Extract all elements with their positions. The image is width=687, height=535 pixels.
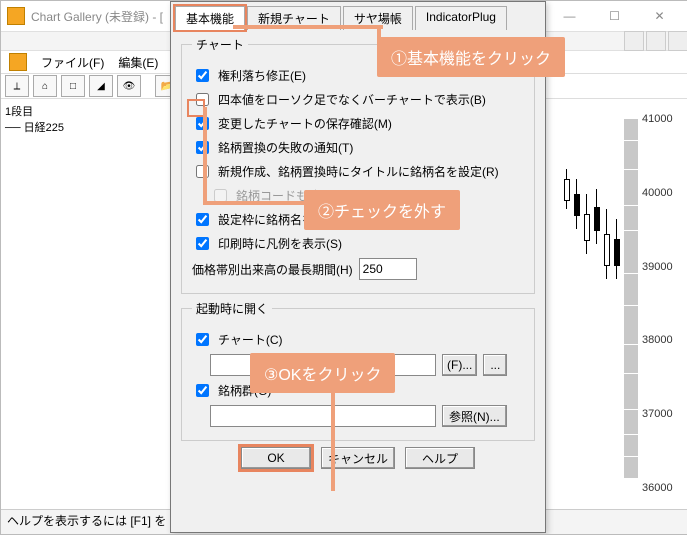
y-tick: 36000 bbox=[642, 482, 684, 494]
chk-framenames[interactable] bbox=[196, 213, 209, 226]
lbl-period: 価格帯別出来高の最長期間(H) bbox=[192, 261, 353, 278]
tool-3[interactable]: □ bbox=[61, 75, 85, 97]
tool-1[interactable]: ⟂ bbox=[5, 75, 29, 97]
lbl-framenames: 設定枠に銘柄名を bbox=[218, 211, 314, 228]
lbl-openchart: チャート(C) bbox=[218, 331, 283, 348]
group-chart-legend: チャート bbox=[192, 36, 248, 53]
callout-2-line-v bbox=[203, 107, 207, 203]
callout-1: ①基本機能をクリック bbox=[377, 37, 565, 77]
callout-2: ②チェックを外す bbox=[304, 190, 460, 230]
chk-printlegend[interactable] bbox=[196, 237, 209, 250]
status-text: ヘルプを表示するには [F1] を bbox=[7, 514, 166, 528]
callout-2-line-h bbox=[203, 201, 307, 205]
y-tick: 41000 bbox=[642, 113, 684, 125]
input-grouppath[interactable] bbox=[210, 405, 436, 427]
group-startup-legend: 起動時に開く bbox=[192, 300, 272, 317]
candlesticks bbox=[564, 159, 624, 399]
lbl-printlegend: 印刷時に凡例を表示(S) bbox=[218, 235, 342, 252]
lbl-saveconfirm: 変更したチャートの保存確認(M) bbox=[218, 115, 392, 132]
left-panel: 1段目 ── 日経225 bbox=[1, 99, 74, 534]
stage-label: 1段目 bbox=[5, 103, 69, 119]
tool-2[interactable]: ⌂ bbox=[33, 75, 57, 97]
lbl-barchart: 四本値をローソク足でなくバーチャートで表示(B) bbox=[218, 91, 486, 108]
y-tick: 38000 bbox=[642, 334, 684, 346]
y-axis: 41000 40000 39000 38000 37000 36000 bbox=[642, 113, 684, 494]
maximize-button[interactable]: ☐ bbox=[592, 2, 637, 30]
mdi-restore-icon[interactable] bbox=[646, 31, 666, 51]
dialog-buttons: OK キャンセル ヘルプ bbox=[171, 447, 545, 469]
volume-profile bbox=[624, 119, 638, 479]
window-controls: — ☐ ✕ bbox=[547, 2, 682, 30]
callout-1-line bbox=[233, 25, 383, 29]
lbl-failnotify: 銘柄置換の失敗の通知(T) bbox=[218, 139, 353, 156]
tab-indicator[interactable]: IndicatorPlug bbox=[415, 6, 507, 30]
menu-file[interactable]: ファイル(F) bbox=[41, 54, 104, 71]
menu-edit[interactable]: 編集(E) bbox=[118, 54, 158, 71]
y-tick: 37000 bbox=[642, 408, 684, 420]
close-button[interactable]: ✕ bbox=[637, 2, 682, 30]
mdi-close-icon[interactable] bbox=[668, 31, 687, 51]
app-window: Chart Gallery (未登録) - [ — ☐ ✕ ファイル(F) 編集… bbox=[0, 0, 687, 535]
tool-4[interactable]: ◢ bbox=[89, 75, 113, 97]
binoculars-icon[interactable]: 👁 bbox=[117, 75, 141, 97]
chk-barchart[interactable] bbox=[196, 93, 209, 106]
browse-group-button[interactable]: 参照(N)... bbox=[442, 405, 507, 427]
chk-opengroup[interactable] bbox=[196, 384, 209, 397]
browse-chart-dots[interactable]: ... bbox=[483, 354, 507, 376]
minimize-button[interactable]: — bbox=[547, 2, 592, 30]
series-label: ── 日経225 bbox=[5, 119, 69, 135]
chk-openchart[interactable] bbox=[196, 333, 209, 346]
mdi-min-icon[interactable] bbox=[624, 31, 644, 51]
ok-button[interactable]: OK bbox=[241, 447, 311, 469]
chk-rights[interactable] bbox=[196, 69, 209, 82]
input-period[interactable] bbox=[359, 258, 417, 280]
y-tick: 39000 bbox=[642, 261, 684, 273]
doc-icon bbox=[9, 53, 27, 71]
help-button[interactable]: ヘルプ bbox=[405, 447, 475, 469]
options-dialog: 基本機能 新規チャート サヤ場帳 IndicatorPlug チャート 権利落ち… bbox=[170, 1, 546, 533]
lbl-rights: 権利落ち修正(E) bbox=[218, 67, 306, 84]
callout-3-line bbox=[331, 381, 335, 491]
y-tick: 40000 bbox=[642, 187, 684, 199]
lbl-titlename: 新規作成、銘柄置換時にタイトルに銘柄名を設定(R) bbox=[218, 163, 499, 180]
callout-3: ③OKをクリック bbox=[250, 353, 395, 393]
browse-chart-button[interactable]: (F)... bbox=[442, 354, 477, 376]
app-icon bbox=[7, 7, 25, 25]
